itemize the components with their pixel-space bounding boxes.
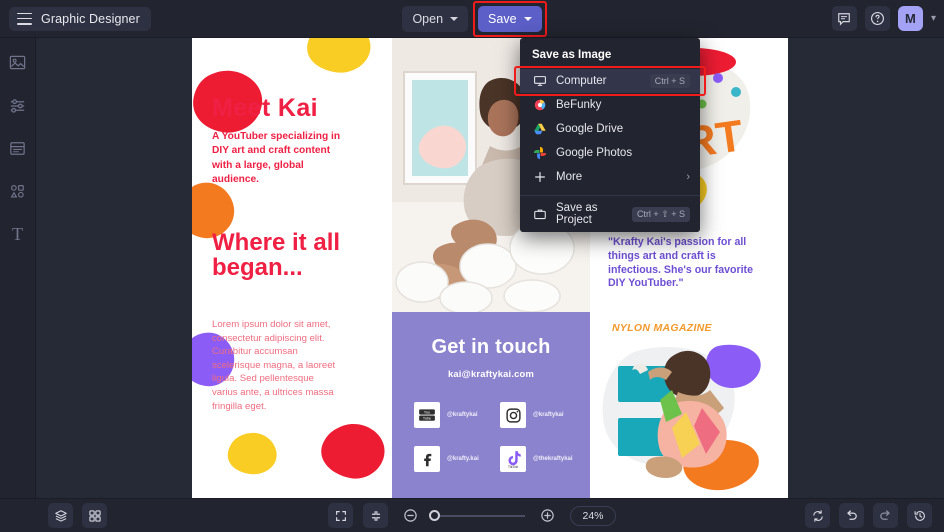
menu-item-shortcut: Ctrl + ⇧ + S: [631, 206, 690, 222]
social-tiktok[interactable]: TikTok @thekraftykai: [500, 446, 573, 472]
design-heading-meet-kai: Meet Kai: [212, 94, 319, 122]
open-label: Open: [412, 11, 444, 26]
design-heading-where-it-began: Where it all began...: [212, 229, 341, 281]
monitor-icon: [532, 74, 547, 89]
instagram-icon: [500, 402, 526, 428]
youtube-icon: You Tube: [414, 402, 440, 428]
design-body-text: Lorem ipsum dolor sit amet, consectetur …: [212, 319, 336, 412]
undo-icon[interactable]: [839, 503, 864, 528]
zoom-slider-handle[interactable]: [429, 510, 440, 521]
menu-item-google-photos[interactable]: Google Photos: [520, 141, 700, 165]
menu-item-more[interactable]: More ›: [520, 165, 700, 189]
svg-text:Tube: Tube: [423, 417, 431, 421]
top-right-actions: M ▾: [831, 6, 936, 31]
app-window: Graphic Designer Open Save M ▾ T Meet Ka…: [0, 0, 944, 532]
svg-text:TikTok: TikTok: [508, 465, 518, 469]
zoom-controls: 24%: [0, 503, 944, 528]
sidebar-item-graphics[interactable]: [6, 179, 30, 203]
blob-yellow: [307, 30, 371, 73]
bottom-right-tools: [805, 503, 932, 528]
social-facebook[interactable]: @krafty.kai: [414, 446, 479, 472]
sidebar-item-text[interactable]: T: [6, 222, 30, 246]
sync-icon[interactable]: [805, 503, 830, 528]
photo-child-painting[interactable]: [590, 342, 788, 498]
svg-text:You: You: [424, 411, 430, 415]
contact-panel[interactable]: Get in touch kai@kraftykai.com You Tube @…: [392, 312, 590, 498]
menu-item-shortcut: Ctrl + S: [649, 74, 690, 88]
avatar[interactable]: M: [897, 6, 923, 31]
social-handle: @kraftykai: [447, 412, 478, 418]
save-menu-header: Save as Image: [532, 49, 612, 61]
social-youtube[interactable]: You Tube @kraftykai: [414, 402, 478, 428]
blob-red-2: [321, 424, 385, 479]
bottom-toolbar: 24%: [0, 498, 944, 532]
zoom-level[interactable]: 24%: [570, 505, 616, 526]
blob-yellow-2: [227, 432, 277, 475]
befunky-icon: [532, 98, 547, 113]
contact-heading: Get in touch: [431, 336, 551, 358]
save-button[interactable]: Save: [473, 0, 547, 37]
menu-divider: [520, 195, 700, 196]
menu-item-label: BeFunky: [556, 99, 602, 111]
social-instagram[interactable]: @kraftykai: [500, 402, 564, 428]
sidebar-item-image[interactable]: [6, 50, 30, 74]
save-label: Save: [488, 11, 517, 26]
collapse-icon[interactable]: [363, 503, 388, 528]
menu-item-label: Computer: [556, 75, 607, 87]
open-button[interactable]: Open: [402, 5, 469, 32]
menu-item-label: Save as Project: [556, 202, 598, 226]
top-toolbar: Graphic Designer Open Save M ▾: [0, 0, 944, 38]
fit-screen-icon[interactable]: [328, 503, 353, 528]
briefcase-icon: [532, 207, 547, 222]
sidebar-item-adjust[interactable]: [6, 93, 30, 117]
sidebar-item-templates[interactable]: [6, 136, 30, 160]
design-quote-source: NYLON MAGAZINE: [612, 322, 712, 334]
design-left-panel[interactable]: Meet Kai A YouTuber specializing in DIY …: [192, 30, 392, 498]
zoom-out-icon[interactable]: [398, 503, 423, 528]
menu-item-label: Google Photos: [556, 147, 633, 159]
social-handle: @thekraftykai: [533, 456, 573, 462]
design-quote: "Krafty Kai's passion for all things art…: [608, 236, 753, 290]
google-drive-icon: [532, 122, 547, 137]
chevron-down-icon: [450, 16, 459, 21]
facebook-icon: [414, 446, 440, 472]
contact-email: kai@kraftykai.com: [447, 368, 535, 379]
comment-icon[interactable]: [831, 6, 857, 31]
social-handle: @kraftykai: [533, 412, 564, 418]
google-photos-icon: [532, 146, 547, 161]
chevron-right-icon: ›: [686, 171, 690, 183]
menu-item-computer[interactable]: Computer Ctrl + S: [514, 66, 706, 96]
menu-item-label: More: [556, 171, 583, 183]
save-menu[interactable]: Save as Image Computer Ctrl + S BeFunky …: [514, 38, 706, 232]
top-center-actions: Open Save: [0, 0, 944, 37]
menu-item-google-drive[interactable]: Google Drive: [520, 117, 700, 141]
history-icon[interactable]: [907, 503, 932, 528]
canvas-area[interactable]: Meet Kai A YouTuber specializing in DIY …: [36, 30, 944, 498]
redo-icon[interactable]: [873, 503, 898, 528]
tiktok-icon: TikTok: [500, 446, 526, 472]
plus-icon: [532, 170, 547, 185]
menu-item-label: Google Drive: [556, 123, 624, 135]
social-handle: @krafty.kai: [447, 456, 479, 462]
design-subheading: A YouTuber specializing in DIY art and c…: [212, 131, 341, 186]
chevron-down-icon: [523, 16, 532, 21]
account-chevron-down-icon[interactable]: ▾: [931, 13, 936, 24]
zoom-slider[interactable]: [429, 510, 525, 521]
left-tool-rail: T: [0, 38, 36, 532]
menu-item-befunky[interactable]: BeFunky: [520, 93, 700, 117]
menu-item-save-as-project[interactable]: Save as Project Ctrl + ⇧ + S: [520, 202, 700, 226]
help-icon[interactable]: [864, 6, 890, 31]
zoom-in-icon[interactable]: [535, 503, 560, 528]
